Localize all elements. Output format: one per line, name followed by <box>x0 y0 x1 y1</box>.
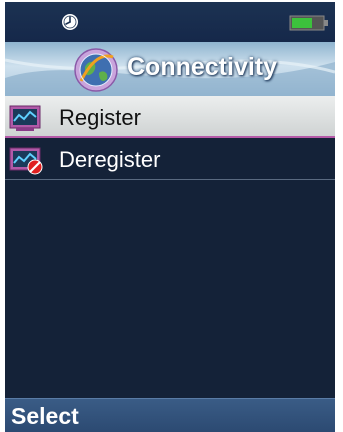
phone-screen: Connectivity Register Deregister Select <box>5 2 335 432</box>
battery-icon <box>289 15 328 31</box>
title-bar: Connectivity <box>5 42 335 96</box>
connectivity-globe-icon <box>74 48 118 92</box>
alarm-clock-icon <box>62 14 78 30</box>
menu-item-deregister[interactable]: Deregister <box>5 138 335 180</box>
page-title: Connectivity <box>127 53 278 81</box>
softkey-bar: Select <box>5 398 335 432</box>
menu-list: Register Deregister <box>5 96 335 180</box>
register-device-icon <box>9 105 41 131</box>
phone-frame: Connectivity Register Deregister Select <box>0 0 343 432</box>
select-softkey[interactable]: Select <box>11 403 79 430</box>
status-bar <box>5 2 335 42</box>
menu-item-label: Deregister <box>59 147 161 172</box>
menu-item-register[interactable]: Register <box>5 96 335 138</box>
deregister-device-icon <box>9 147 43 175</box>
menu-item-label: Register <box>59 105 141 130</box>
